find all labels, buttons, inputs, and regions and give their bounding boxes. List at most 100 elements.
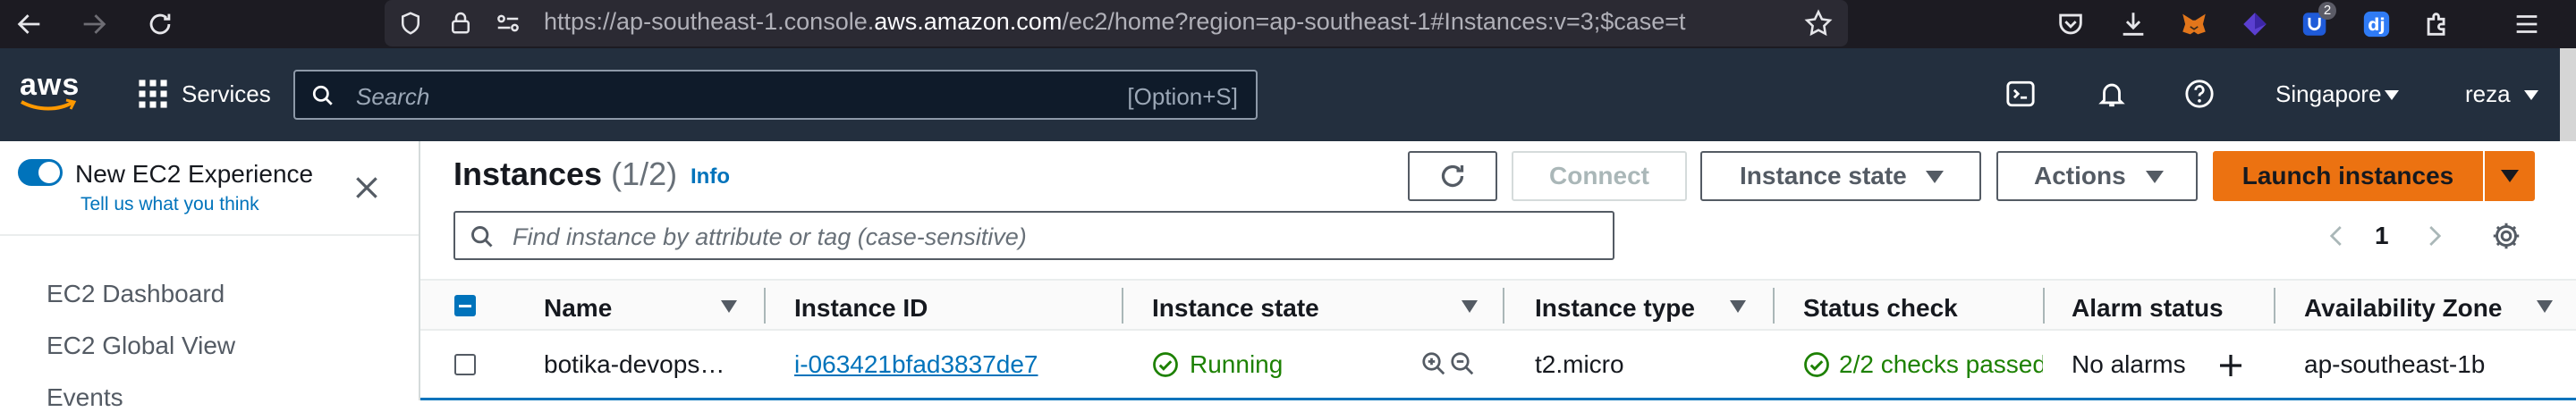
page-title-text: Instances: [453, 156, 603, 192]
svg-text:dj: dj: [2368, 16, 2385, 35]
sort-caret-icon[interactable]: [1462, 300, 1478, 313]
instance-type-value: t2.micro: [1535, 350, 1624, 378]
page-title: Instances (1/2): [453, 156, 677, 193]
column-divider[interactable]: [1122, 288, 1123, 324]
settings-gear-icon[interactable]: [2490, 220, 2522, 252]
lock-icon[interactable]: [447, 9, 474, 36]
sort-caret-icon[interactable]: [1730, 300, 1746, 313]
toggle-knob: [38, 162, 60, 183]
sidebar-item-events[interactable]: Events: [47, 383, 123, 412]
cloudshell-icon[interactable]: [2005, 79, 2036, 109]
column-divider[interactable]: [1773, 288, 1775, 324]
search-icon: [312, 85, 333, 105]
actions-button[interactable]: Actions: [1996, 151, 2198, 201]
column-header-name[interactable]: Name: [544, 294, 612, 323]
help-icon[interactable]: [2184, 79, 2215, 109]
refresh-icon: [1441, 164, 1464, 188]
downloads-icon[interactable]: [2118, 9, 2148, 39]
sidebar-divider: [0, 234, 419, 236]
url-text: https://ap-southeast-1.console.aws.amazo…: [544, 8, 1814, 36]
instance-state-button[interactable]: Instance state: [1700, 151, 1981, 201]
reload-icon[interactable]: [145, 9, 175, 39]
info-link[interactable]: Info: [691, 164, 730, 189]
row-checkbox[interactable]: [454, 354, 476, 375]
url-domain: aws.amazon.com: [874, 8, 1063, 35]
region-selector[interactable]: Singapore: [2275, 80, 2382, 108]
user-caret-icon[interactable]: [2524, 90, 2538, 100]
extensions-puzzle-icon[interactable]: [2422, 9, 2453, 39]
instance-filter-input[interactable]: Find instance by attribute or tag (case-…: [453, 211, 1614, 260]
sidebar-item-ec2-dashboard[interactable]: EC2 Dashboard: [47, 280, 225, 308]
refresh-button[interactable]: [1408, 151, 1497, 201]
sidebar-item-ec2-global-view[interactable]: EC2 Global View: [47, 332, 235, 360]
column-divider[interactable]: [764, 288, 766, 324]
alarm-status-value: No alarms: [2072, 350, 2186, 378]
aws-smile-icon: [21, 98, 77, 111]
feedback-link[interactable]: Tell us what you think: [80, 194, 259, 215]
zoom-out-icon[interactable]: [1449, 350, 1476, 377]
column-header-instance-state[interactable]: Instance state: [1152, 294, 1319, 323]
running-status-icon: [1152, 351, 1179, 378]
hamburger-menu-icon[interactable]: [2512, 9, 2542, 39]
instance-name: botika-devops…: [544, 350, 725, 378]
column-header-availability-zone[interactable]: Availability Zone: [2304, 294, 2502, 323]
launch-dropdown-button[interactable]: [2485, 151, 2535, 201]
metamask-extension-icon[interactable]: [2179, 9, 2209, 39]
back-arrow-icon[interactable]: [14, 9, 45, 39]
site-permissions-icon[interactable]: [494, 10, 522, 37]
notifications-bell-icon[interactable]: [2097, 79, 2127, 109]
aws-logo-text: aws: [20, 68, 80, 102]
selection-count: (1/2): [611, 156, 678, 192]
indeterminate-mark-icon: [459, 305, 471, 307]
next-page-icon[interactable]: [2420, 220, 2447, 252]
shield-icon[interactable]: [397, 10, 424, 37]
actions-label: Actions: [2034, 162, 2126, 189]
column-header-status-check[interactable]: Status check: [1803, 294, 1958, 323]
close-icon[interactable]: [352, 173, 381, 202]
availability-zone-value: ap-southeast-1b: [2304, 350, 2486, 378]
search-input[interactable]: Search [Option+S]: [293, 70, 1258, 120]
instance-state-label: Instance state: [1740, 162, 1907, 189]
aws-logo[interactable]: aws: [20, 68, 82, 113]
table-row[interactable]: [420, 331, 2576, 400]
new-experience-label: New EC2 Experience: [75, 160, 314, 188]
search-icon: [471, 226, 493, 248]
launch-instances-button[interactable]: Launch instances: [2213, 151, 2483, 201]
zoom-in-icon[interactable]: [1420, 350, 1447, 377]
filter-placeholder: Find instance by attribute or tag (case-…: [513, 223, 1027, 250]
table-header: [420, 279, 2576, 331]
column-divider[interactable]: [2043, 288, 2045, 324]
services-menu[interactable]: Services: [182, 80, 271, 108]
dj-extension-icon[interactable]: dj: [2361, 9, 2392, 39]
caret-down-icon: [2501, 170, 2519, 182]
cube-extension-icon[interactable]: [2240, 9, 2270, 39]
add-alarm-icon[interactable]: [2216, 351, 2245, 380]
shield-extension-icon[interactable]: 2: [2301, 2, 2336, 39]
previous-page-icon[interactable]: [2324, 220, 2351, 252]
status-check-value: 2/2 checks passed: [1839, 350, 2043, 378]
instance-state-value: Running: [1190, 350, 1284, 378]
sort-caret-icon[interactable]: [2537, 300, 2553, 313]
column-header-alarm-status[interactable]: Alarm status: [2072, 294, 2224, 323]
scrollbar[interactable]: [2560, 48, 2576, 141]
column-header-instance-type[interactable]: Instance type: [1535, 294, 1695, 323]
region-caret-icon[interactable]: [2385, 90, 2399, 100]
url-prefix: https://ap-southeast-1.console.: [544, 8, 875, 35]
connect-button[interactable]: Connect: [1512, 151, 1687, 201]
column-divider[interactable]: [1503, 288, 1504, 324]
current-page[interactable]: 1: [2375, 222, 2389, 250]
extension-badge: 2: [2318, 2, 2336, 20]
caret-down-icon: [2146, 171, 2164, 183]
instance-id-link[interactable]: i-063421bfad3837de7: [794, 350, 1038, 379]
forward-arrow-icon[interactable]: [79, 9, 109, 39]
pocket-icon[interactable]: [2055, 9, 2086, 39]
new-experience-toggle[interactable]: [18, 159, 63, 186]
search-placeholder: Search: [356, 83, 430, 110]
services-grid-icon[interactable]: [138, 79, 168, 109]
select-all-checkbox[interactable]: [454, 295, 476, 316]
column-divider[interactable]: [2274, 288, 2275, 324]
caret-down-icon: [1926, 171, 1944, 183]
column-header-instance-id[interactable]: Instance ID: [794, 294, 928, 323]
user-menu[interactable]: reza: [2465, 80, 2511, 108]
sort-caret-icon[interactable]: [721, 300, 737, 313]
